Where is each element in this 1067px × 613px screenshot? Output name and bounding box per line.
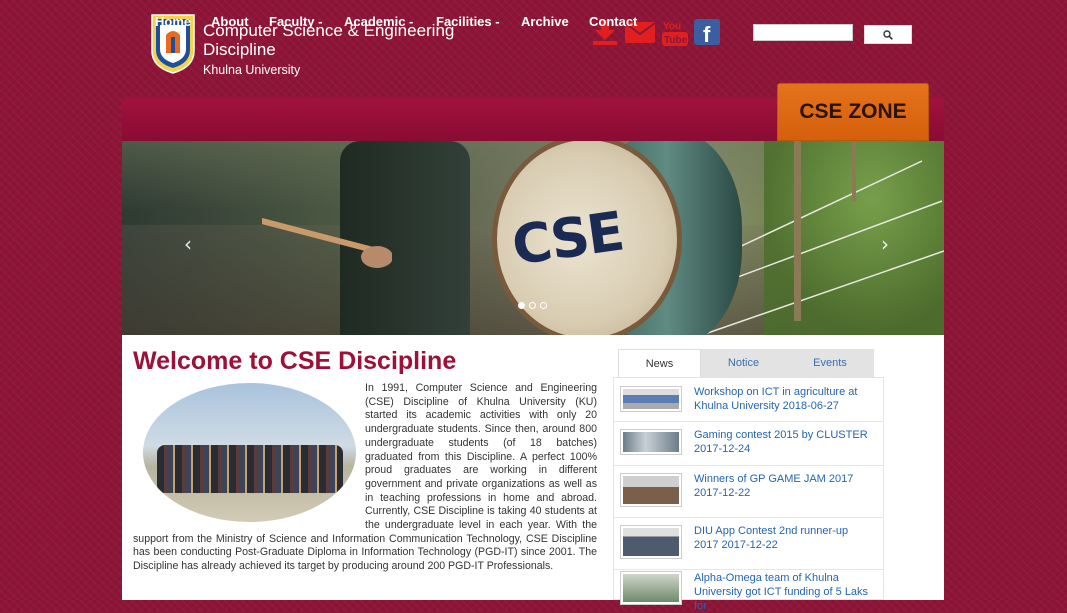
news-title[interactable]: Winners of GP GAME JAM 2017 2017-12-22 [694, 472, 874, 500]
news-tabs: News Notice Events [618, 349, 874, 377]
tab-news[interactable]: News [618, 349, 701, 377]
nav-facilities[interactable]: Facilities - [436, 0, 500, 43]
slider-dot-2[interactable] [529, 302, 536, 309]
news-thumbnail [620, 429, 682, 455]
svg-text:You: You [663, 21, 681, 32]
slider-dot-3[interactable] [540, 302, 547, 309]
news-thumbnail [620, 473, 682, 507]
news-item[interactable]: Winners of GP GAME JAM 2017 2017-12-22 [614, 465, 883, 518]
news-item[interactable]: DIU App Contest 2nd runner-up 2017 2017-… [614, 517, 883, 570]
group-photo [143, 383, 356, 522]
cse-zone-button[interactable]: CSE ZONE [777, 83, 929, 141]
news-thumbnail [620, 525, 682, 559]
facebook-icon[interactable]: f [693, 17, 720, 47]
search-button[interactable] [864, 25, 912, 44]
drumstick [262, 218, 392, 268]
youtube-icon[interactable]: You Tube [661, 17, 688, 47]
nav-archive[interactable]: Archive [521, 0, 569, 43]
welcome-heading: Welcome to CSE Discipline [133, 347, 457, 375]
tab-events[interactable]: Events [786, 349, 874, 377]
news-title[interactable]: DIU App Contest 2nd runner-up 2017 2017-… [694, 524, 874, 552]
group-people [157, 445, 343, 493]
news-title[interactable]: Alpha-Omega team of Khulna University go… [694, 571, 874, 613]
nav-about[interactable]: About [211, 0, 249, 43]
tab-notice[interactable]: Notice [701, 349, 786, 377]
nav-faculty[interactable]: Faculty - [269, 0, 322, 43]
news-list: Workshop on ICT in agriculture at Khulna… [613, 377, 884, 612]
svg-text:Tube: Tube [664, 35, 688, 46]
nav-home[interactable]: Home [155, 0, 191, 43]
search-input[interactable] [753, 24, 853, 41]
news-item[interactable]: Alpha-Omega team of Khulna University go… [614, 569, 883, 612]
search-icon [883, 29, 893, 40]
news-item[interactable]: Gaming contest 2015 by CLUSTER 2017-12-2… [614, 421, 883, 466]
nav-academic[interactable]: Academic - [344, 0, 413, 43]
slider-prev-icon[interactable]: ‹ [184, 232, 192, 256]
news-title[interactable]: Workshop on ICT in agriculture at Khulna… [694, 385, 874, 413]
site-subtitle: Khulna University [203, 63, 301, 77]
news-thumbnail [620, 386, 682, 412]
nav-contact[interactable]: Contact [589, 0, 637, 43]
slider-dot-1[interactable] [518, 302, 525, 309]
news-title[interactable]: Gaming contest 2015 by CLUSTER 2017-12-2… [694, 428, 874, 456]
news-item[interactable]: Workshop on ICT in agriculture at Khulna… [614, 378, 883, 422]
svg-text:f: f [703, 22, 711, 45]
slider-next-icon[interactable]: › [881, 232, 889, 256]
